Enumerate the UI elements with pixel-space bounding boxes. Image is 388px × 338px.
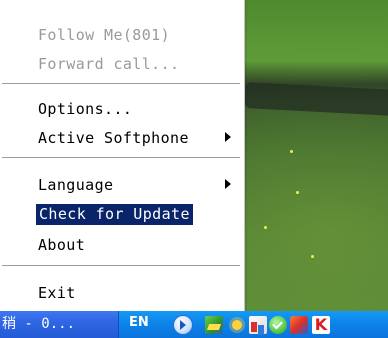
system-tray: EN K xyxy=(118,311,388,338)
wallpaper-flower xyxy=(290,150,293,153)
menu-item-label: Follow Me(801) xyxy=(38,26,171,44)
wallpaper-flower xyxy=(296,191,299,194)
submenu-arrow-icon xyxy=(225,132,231,142)
sun-icon[interactable] xyxy=(227,315,247,335)
menu-separator xyxy=(2,157,240,159)
puzzle-icon[interactable] xyxy=(290,316,308,334)
taskbar-window-button[interactable]: 稍 - 0... xyxy=(0,313,120,335)
menu-separator xyxy=(2,83,240,85)
k-logo-icon[interactable]: K xyxy=(312,316,330,334)
menu-item-label: Options... xyxy=(38,100,133,118)
menu-item-label: About xyxy=(38,236,86,254)
taskbar: 稍 - 0... EN K xyxy=(0,311,388,338)
context-menu: Follow Me(801) Forward call... Options..… xyxy=(0,0,245,311)
submenu-arrow-icon xyxy=(225,179,231,189)
menu-item-label: Active Softphone xyxy=(38,129,189,147)
language-indicator[interactable]: EN xyxy=(129,315,149,330)
menu-item-about[interactable]: About xyxy=(0,233,244,256)
menu-item-check-for-update[interactable]: Check for Update xyxy=(0,203,244,226)
network-icon[interactable] xyxy=(205,316,223,334)
menu-item-label: Check for Update xyxy=(36,204,193,225)
menu-item-forward-call: Forward call... xyxy=(0,52,244,75)
expand-arrow-icon[interactable] xyxy=(173,315,193,335)
menu-item-label: Forward call... xyxy=(38,55,180,73)
menu-item-follow-me: Follow Me(801) xyxy=(0,23,244,46)
wallpaper-path xyxy=(244,82,388,116)
menu-separator xyxy=(2,265,240,267)
chart-icon[interactable] xyxy=(249,316,267,334)
menu-item-label: Language xyxy=(38,176,114,194)
menu-item-exit[interactable]: Exit xyxy=(0,281,244,304)
wallpaper-flower xyxy=(311,255,314,258)
menu-item-active-softphone[interactable]: Active Softphone xyxy=(0,126,244,149)
menu-item-language[interactable]: Language xyxy=(0,173,244,196)
wallpaper-flower xyxy=(264,226,267,229)
shield-check-icon[interactable] xyxy=(269,316,287,334)
menu-item-options[interactable]: Options... xyxy=(0,97,244,120)
menu-item-label: Exit xyxy=(38,284,76,302)
